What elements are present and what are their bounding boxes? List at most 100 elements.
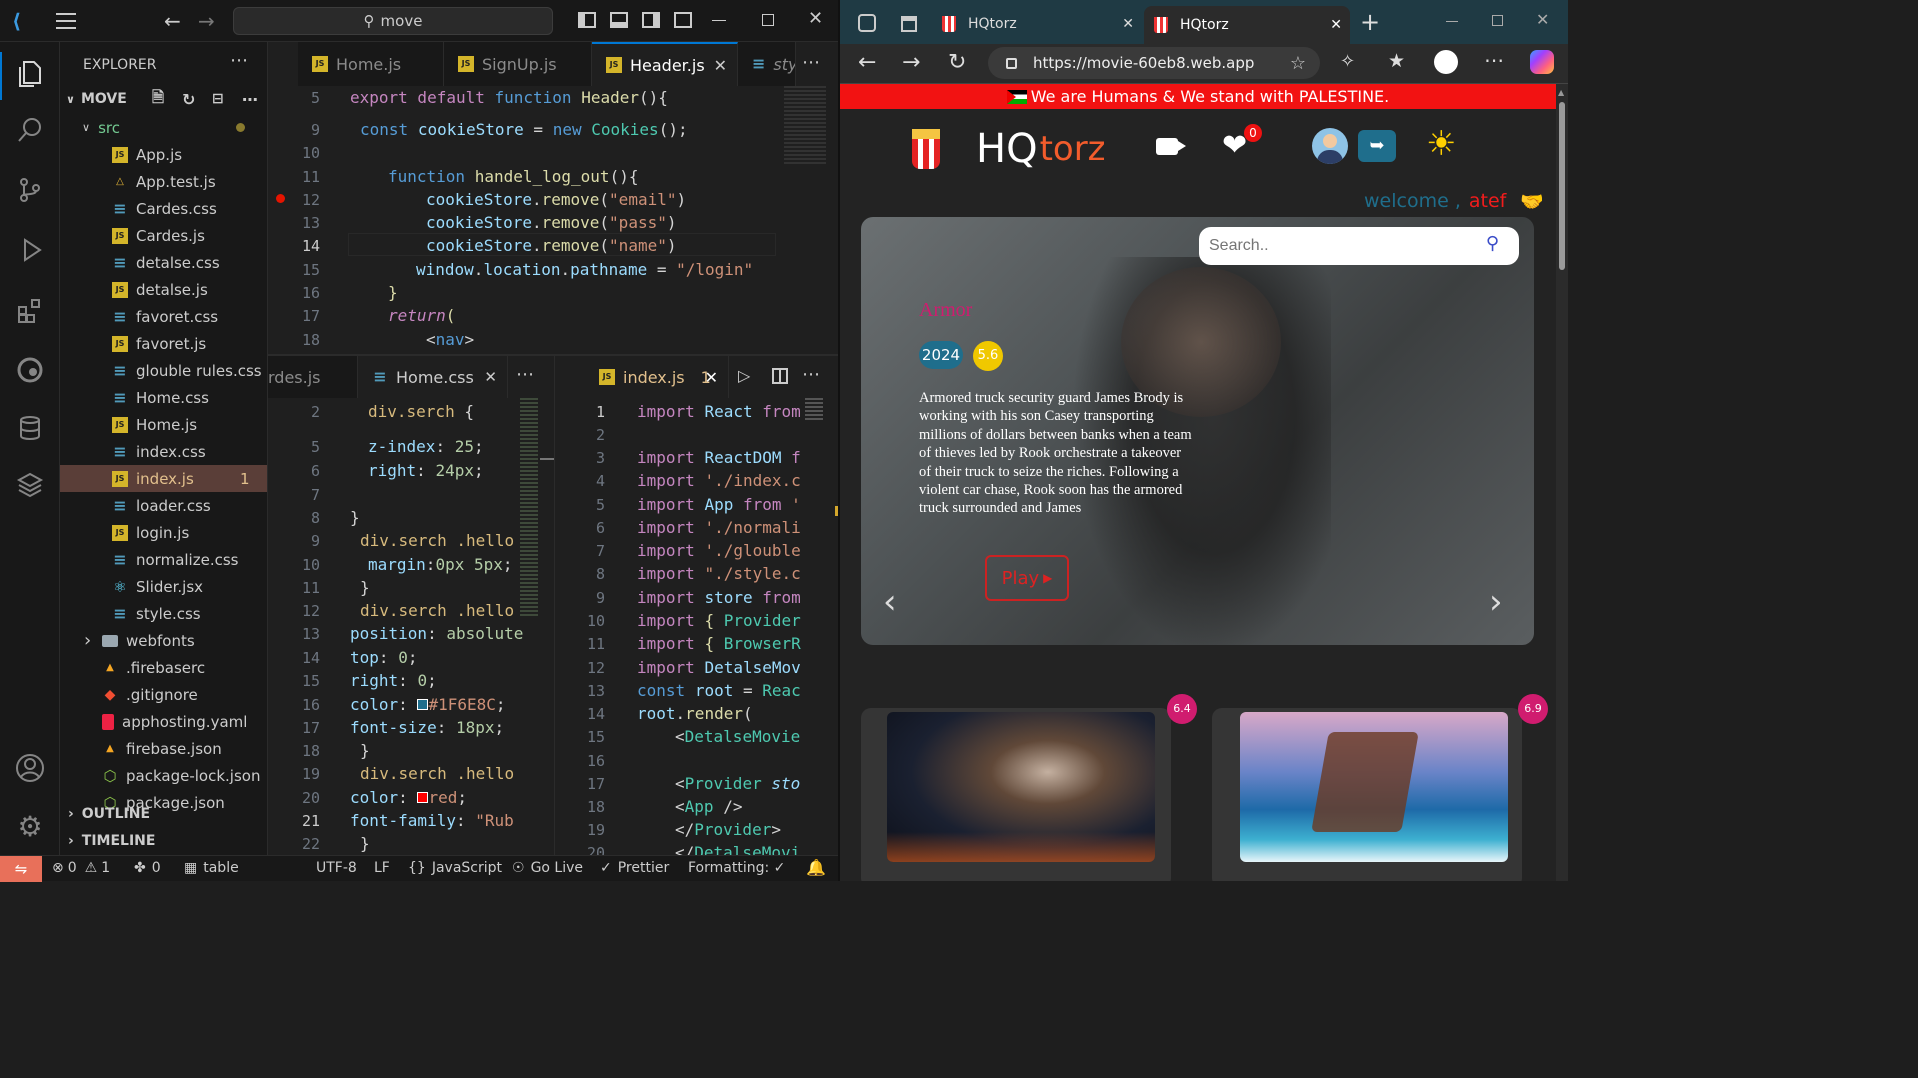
- minimize-icon[interactable]: [1446, 21, 1458, 22]
- file-row[interactable]: △ App.test.js: [60, 168, 267, 195]
- file-row[interactable]: JS detalse.js: [60, 276, 267, 303]
- database-icon[interactable]: [12, 410, 48, 446]
- edge-devtools-icon[interactable]: [12, 352, 48, 388]
- explorer-more-icon[interactable]: ⋯: [230, 50, 248, 71]
- file-row[interactable]: JS index.js 1: [60, 465, 267, 492]
- file-row[interactable]: JS login.js: [60, 519, 267, 546]
- logout-button[interactable]: ➥: [1358, 130, 1396, 162]
- tab-close-icon[interactable]: ✕: [705, 368, 718, 387]
- reload-icon[interactable]: ↻: [948, 50, 966, 75]
- toggle-secondary-sidebar-icon[interactable]: [642, 12, 660, 28]
- source-control-icon[interactable]: [12, 172, 48, 208]
- file-row[interactable]: ≡ Cardes.css: [60, 195, 267, 222]
- extensions-icon[interactable]: [12, 292, 48, 328]
- ports-indicator[interactable]: ✤ 0: [134, 860, 161, 876]
- tab-cardes-js[interactable]: rdes.js: [268, 356, 358, 398]
- file-row[interactable]: ⚛ Slider.jsx: [60, 573, 267, 600]
- user-avatar[interactable]: [1312, 128, 1348, 164]
- file-row[interactable]: ≡ Home.css: [60, 384, 267, 411]
- bell-icon[interactable]: 🔔: [806, 858, 826, 877]
- browser-tab-2[interactable]: HQtorz ✕: [1144, 6, 1350, 44]
- theme-sun-icon[interactable]: ☀: [1426, 126, 1456, 162]
- tab-close-icon[interactable]: ✕: [484, 368, 497, 386]
- favorites-icon[interactable]: ★: [1388, 50, 1405, 72]
- close-icon[interactable]: ✕: [1536, 10, 1549, 29]
- remote-icon[interactable]: ⇋: [0, 856, 42, 882]
- maximize-icon[interactable]: [762, 14, 774, 26]
- file-row[interactable]: ≡ style.css: [60, 600, 267, 627]
- profile-avatar-icon[interactable]: [1434, 50, 1458, 74]
- language-indicator[interactable]: {} JavaScript: [408, 860, 502, 876]
- file-row[interactable]: JS App.js: [60, 141, 267, 168]
- file-row[interactable]: ≡ loader.css: [60, 492, 267, 519]
- collapse-all-icon[interactable]: ⊟: [212, 91, 224, 107]
- explorer-icon[interactable]: [12, 56, 48, 92]
- tab-index-js[interactable]: JS index.js 1 ✕: [585, 356, 729, 398]
- movie-card[interactable]: 6.4: [861, 694, 1197, 881]
- refresh-icon[interactable]: ↻: [182, 90, 195, 109]
- site-logo[interactable]: HQ torz: [912, 124, 1106, 174]
- eol-indicator[interactable]: LF: [374, 860, 390, 876]
- file-row[interactable]: JS favoret.js: [60, 330, 267, 357]
- copilot-icon[interactable]: [1530, 50, 1554, 74]
- file-row[interactable]: ◆ .gitignore: [60, 681, 267, 708]
- customize-layout-icon[interactable]: [674, 12, 692, 28]
- scrollbar-thumb[interactable]: [1559, 102, 1565, 270]
- run-icon[interactable]: ▷: [738, 366, 750, 385]
- back-arrow-icon[interactable]: ←: [164, 9, 181, 33]
- tab-actions-icon[interactable]: [901, 16, 917, 32]
- home-css-editor[interactable]: 2 5 6 7 8 9 10 11 12 13 14 15 16 17 18 1…: [268, 398, 554, 855]
- toggle-sidebar-icon[interactable]: [578, 12, 596, 28]
- outline-section[interactable]: › OUTLINE: [60, 803, 267, 825]
- tab-header-js[interactable]: JS Header.js ✕: [592, 42, 738, 86]
- tab-style-css[interactable]: ≡ sty: [738, 42, 796, 86]
- file-row[interactable]: ≡ normalize.css: [60, 546, 267, 573]
- forward-arrow-icon[interactable]: →: [198, 9, 215, 33]
- tab-home-js[interactable]: JS Home.js: [298, 42, 444, 86]
- minimize-icon[interactable]: [712, 20, 726, 21]
- slider-prev-icon[interactable]: ‹: [883, 585, 897, 619]
- file-row[interactable]: JS Home.js: [60, 411, 267, 438]
- maximize-icon[interactable]: [1492, 15, 1503, 26]
- movie-card[interactable]: 6.9: [1212, 694, 1548, 881]
- extensions-icon[interactable]: ✧: [1340, 51, 1355, 72]
- editor-more-icon[interactable]: ⋯: [516, 364, 534, 385]
- file-row[interactable]: ≡ favoret.css: [60, 303, 267, 330]
- search-icon[interactable]: [12, 112, 48, 148]
- run-debug-icon[interactable]: [12, 232, 48, 268]
- more-menu-icon[interactable]: ⋯: [1484, 48, 1504, 72]
- search-input[interactable]: [1209, 233, 1469, 259]
- go-live-button[interactable]: ☉ Go Live: [512, 860, 583, 876]
- file-row[interactable]: › webfonts: [60, 627, 267, 654]
- tab-close-icon[interactable]: ✕: [1122, 16, 1134, 32]
- tab-signup-js[interactable]: JS SignUp.js: [444, 42, 592, 86]
- file-row[interactable]: ▲ .firebaserc: [60, 654, 267, 681]
- file-row[interactable]: ≡ index.css: [60, 438, 267, 465]
- new-tab-icon[interactable]: +: [1360, 8, 1380, 36]
- tab-home-css[interactable]: ≡ Home.css ✕: [358, 356, 508, 398]
- menu-icon[interactable]: [56, 13, 76, 29]
- page-scrollbar[interactable]: ▲: [1556, 84, 1568, 881]
- accounts-icon[interactable]: [12, 750, 48, 786]
- src-folder-row[interactable]: ∨ src: [60, 114, 267, 141]
- editor-more-icon[interactable]: ⋯: [802, 364, 820, 385]
- layers-icon[interactable]: [12, 466, 48, 502]
- timeline-section[interactable]: › TIMELINE: [60, 830, 267, 852]
- slider-next-icon[interactable]: ›: [1489, 585, 1503, 619]
- file-row[interactable]: ≡ detalse.css: [60, 249, 267, 276]
- close-icon[interactable]: ✕: [808, 8, 823, 29]
- folder-more-icon[interactable]: ⋯: [242, 90, 258, 109]
- workspaces-icon[interactable]: [858, 14, 876, 32]
- problems-indicator[interactable]: ⊗ 0 ⚠ 1: [52, 860, 110, 876]
- editor-more-icon[interactable]: ⋯: [802, 52, 820, 73]
- settings-gear-icon[interactable]: ⚙: [12, 808, 48, 844]
- favorite-star-icon[interactable]: ☆: [1290, 53, 1306, 74]
- back-arrow-icon[interactable]: ←: [858, 50, 876, 75]
- formatting-indicator[interactable]: Formatting: ✓: [688, 860, 785, 876]
- search-icon[interactable]: ⚲: [1486, 233, 1499, 254]
- command-search-box[interactable]: ⚲ move: [233, 7, 553, 35]
- file-row[interactable]: ≡ glouble rules.css: [60, 357, 267, 384]
- index-js-editor[interactable]: 1 2 3 4 5 6 7 8 9 10 11 12 13 14 15 16 1…: [555, 398, 838, 855]
- file-row[interactable]: ⬡ package-lock.json: [60, 762, 267, 789]
- prettier-indicator[interactable]: ✓ Prettier: [600, 860, 669, 876]
